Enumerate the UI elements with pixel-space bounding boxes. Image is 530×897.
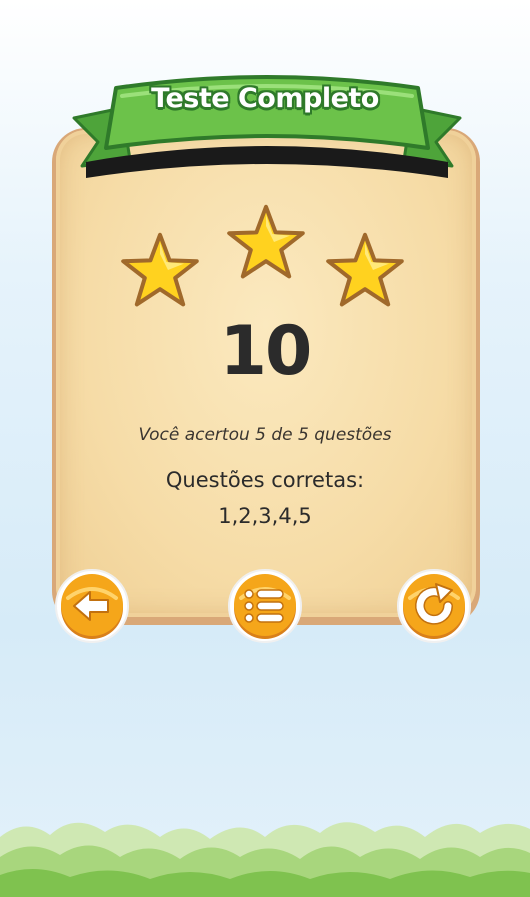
menu-button[interactable] (227, 568, 303, 644)
score-value: 10 (219, 312, 313, 391)
retry-button[interactable] (396, 568, 472, 644)
background-hills (0, 822, 530, 897)
back-button[interactable] (54, 568, 130, 644)
dialog-title: Teste Completo (151, 83, 379, 114)
correct-questions-list: 1,2,3,4,5 (218, 504, 312, 528)
star-icon-2 (227, 204, 305, 279)
star-icon-3 (326, 232, 404, 307)
list-icon (244, 589, 284, 623)
correct-questions-label: Questões corretas: (165, 468, 365, 492)
summary-text: Você acertou 5 de 5 questões (138, 425, 392, 445)
star-icon-1 (121, 232, 199, 307)
